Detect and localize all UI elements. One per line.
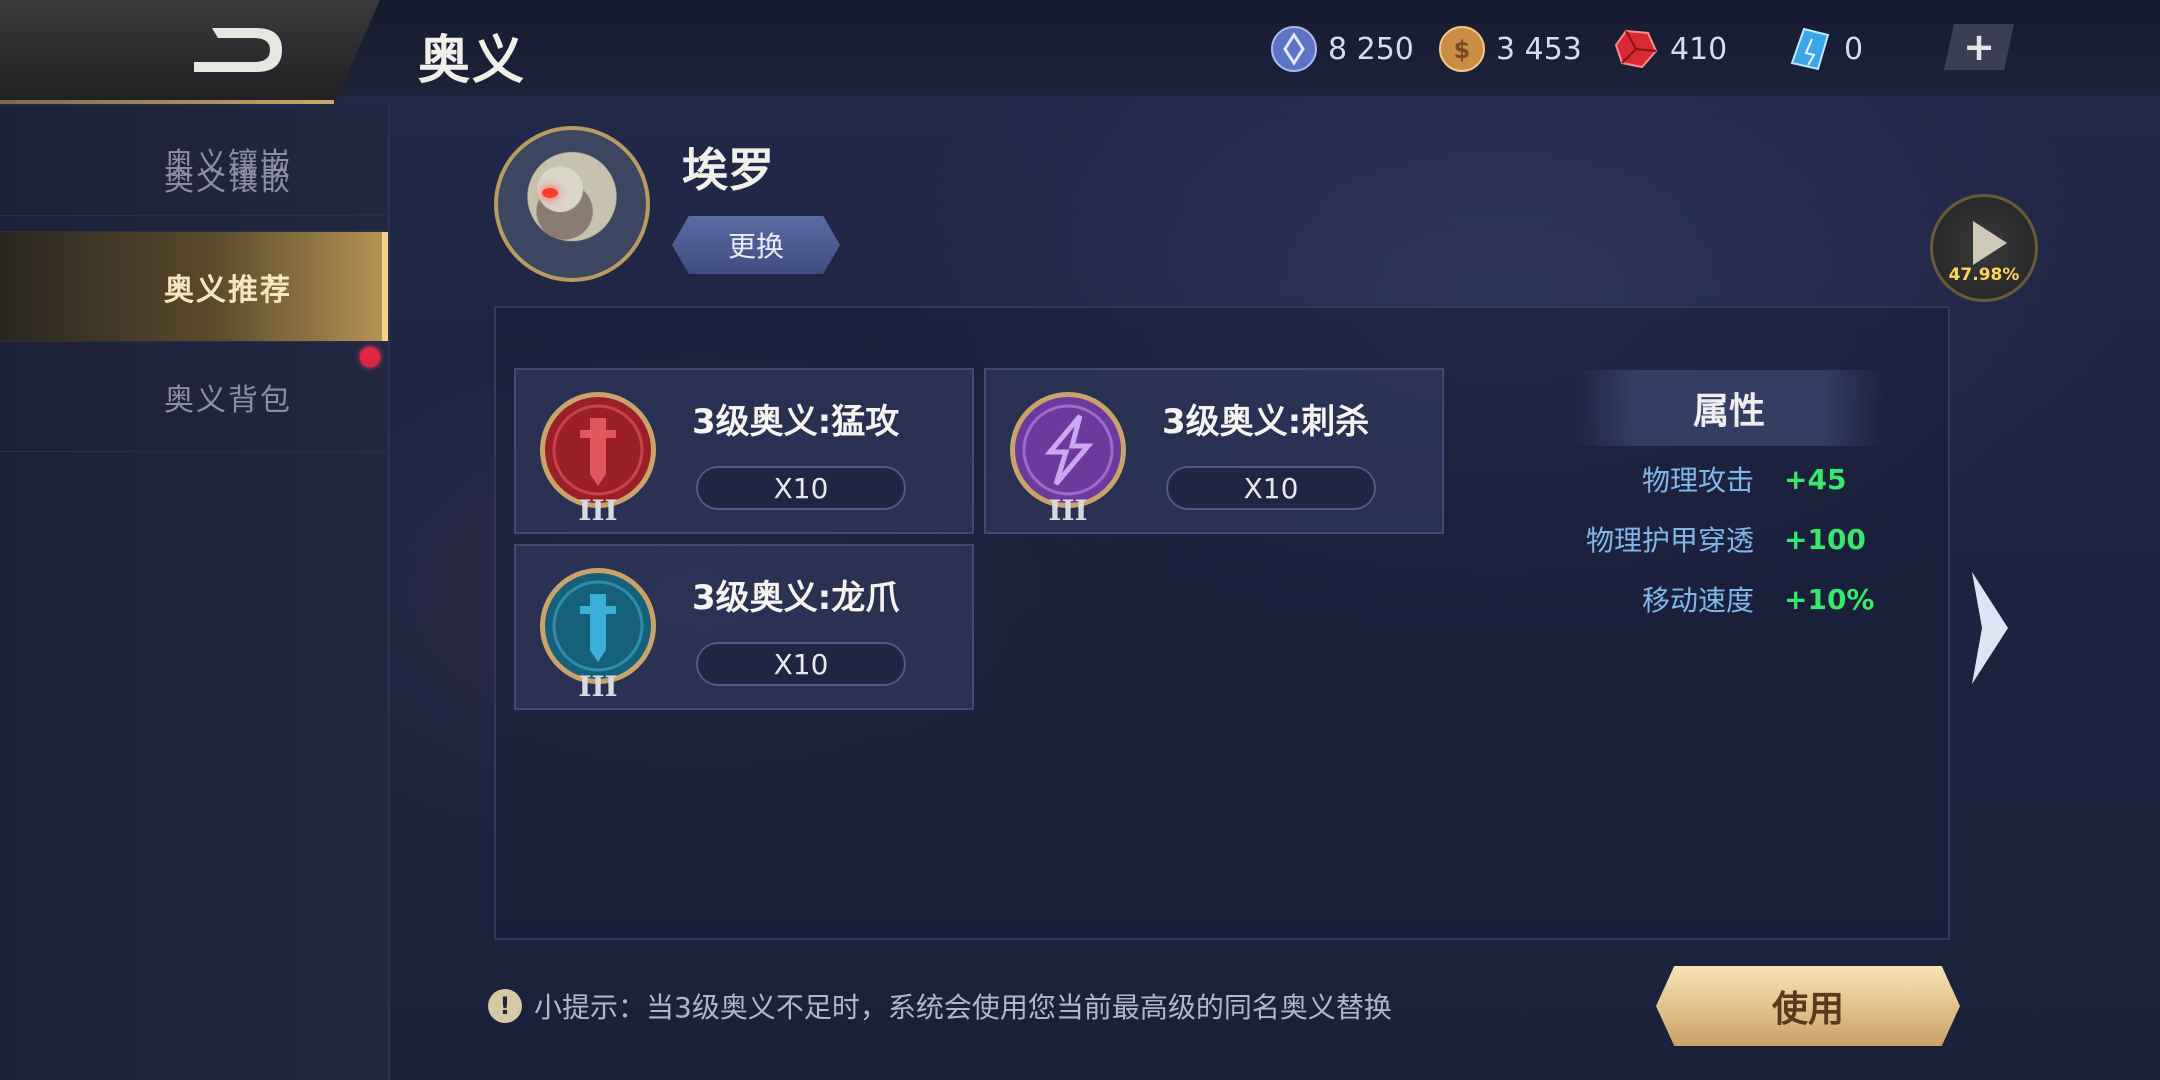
card-quantity: X10 (696, 466, 906, 510)
hero-eye-glow (542, 188, 558, 198)
card-title: 3级奥义:猛攻 (692, 402, 900, 442)
inscription-card[interactable]: III 3级奥义:刺杀 X10 (984, 368, 1444, 534)
sword-emblem-icon: III (540, 392, 656, 526)
info-icon: ! (488, 989, 522, 1023)
card-quantity: X10 (1166, 466, 1376, 510)
diamond-coin-icon (1271, 26, 1317, 72)
attribute-row: 物理护甲穿透 +100 (1500, 514, 1960, 564)
lightning-emblem-icon: III (1010, 392, 1126, 526)
currency-blue-crystal: 0 (1786, 22, 1863, 76)
sidebar-item-label: 奥义镶嵌 (164, 162, 292, 198)
blue-crystal-icon (1790, 27, 1830, 71)
sidebar-item-inlay[interactable]: 奥义镶嵌 (0, 122, 388, 232)
sidebar-item-recommend[interactable]: 奥义推荐 (0, 232, 388, 342)
card-quantity: X10 (696, 642, 906, 686)
play-percent: 47.98% (1948, 265, 2020, 285)
svg-text:III: III (1048, 494, 1087, 526)
card-title: 3级奥义:龙爪 (692, 578, 900, 618)
top-bar: 奥义 8 250 $ 3 453 410 0 + (0, 0, 2160, 104)
sidebar-item-label: 奥义背包 (164, 382, 292, 418)
inscription-card[interactable]: III 3级奥义:猛攻 X10 (514, 368, 974, 534)
attribute-row: 物理攻击 +45 (1500, 454, 1960, 504)
attributes-title: 属性 (1574, 370, 1884, 446)
claw-emblem-icon: III (540, 568, 656, 702)
attribute-value: +10% (1784, 582, 1875, 616)
inscription-card[interactable]: III 3级奥义:龙爪 X10 (514, 544, 974, 710)
add-currency-button[interactable]: + (1944, 24, 2014, 70)
attribute-value: +45 (1784, 462, 1847, 496)
hero-avatar (494, 126, 650, 282)
attribute-name: 移动速度 (1641, 584, 1754, 617)
svg-text:III: III (578, 670, 617, 702)
gold-coin-icon: $ (1439, 26, 1485, 72)
attribute-row: 移动速度 +10% (1500, 574, 1960, 624)
attribute-name: 物理护甲穿透 (1585, 524, 1754, 557)
play-icon (1973, 221, 2007, 265)
currency-gold-coin: $ 3 453 (1438, 22, 1582, 76)
attribute-name: 物理攻击 (1641, 464, 1754, 497)
tip: ! 小提示：当3级奥义不足时，系统会使用您当前最高级的同名奥义替换 (488, 984, 1392, 1028)
play-button[interactable]: 47.98% (1930, 194, 2038, 302)
currency-value: 3 453 (1496, 31, 1582, 67)
currency-red-gem: 410 (1612, 22, 1727, 76)
sidebar-item-bag[interactable]: 奥义背包 (0, 342, 388, 452)
use-button[interactable]: 使用 (1656, 966, 1960, 1046)
svg-text:$: $ (1454, 36, 1471, 64)
attribute-value: +100 (1784, 522, 1866, 556)
notification-dot (360, 347, 380, 367)
change-hero-button[interactable]: 更换 (672, 216, 840, 274)
red-gem-icon (1614, 29, 1658, 69)
app-root: 奥义 8 250 $ 3 453 410 0 + 奥义镶嵌 奥义镶嵌 奥义推荐 … (0, 0, 2160, 1080)
svg-text:III: III (578, 494, 617, 526)
back-arrow-icon (194, 28, 282, 72)
next-arrow-icon[interactable] (1968, 568, 2012, 688)
page-title: 奥义 (418, 31, 527, 91)
card-title: 3级奥义:刺杀 (1162, 402, 1370, 442)
currency-value: 8 250 (1328, 31, 1414, 67)
sidebar-item-label: 奥义推荐 (164, 272, 292, 308)
currency-value: 410 (1670, 31, 1728, 67)
back-button[interactable] (0, 0, 380, 104)
tip-text: 小提示：当3级奥义不足时，系统会使用您当前最高级的同名奥义替换 (534, 991, 1392, 1024)
currency-value: 0 (1844, 31, 1864, 67)
currency-diamond-coin: 8 250 (1270, 22, 1414, 76)
hero-name: 埃罗 (682, 143, 774, 197)
